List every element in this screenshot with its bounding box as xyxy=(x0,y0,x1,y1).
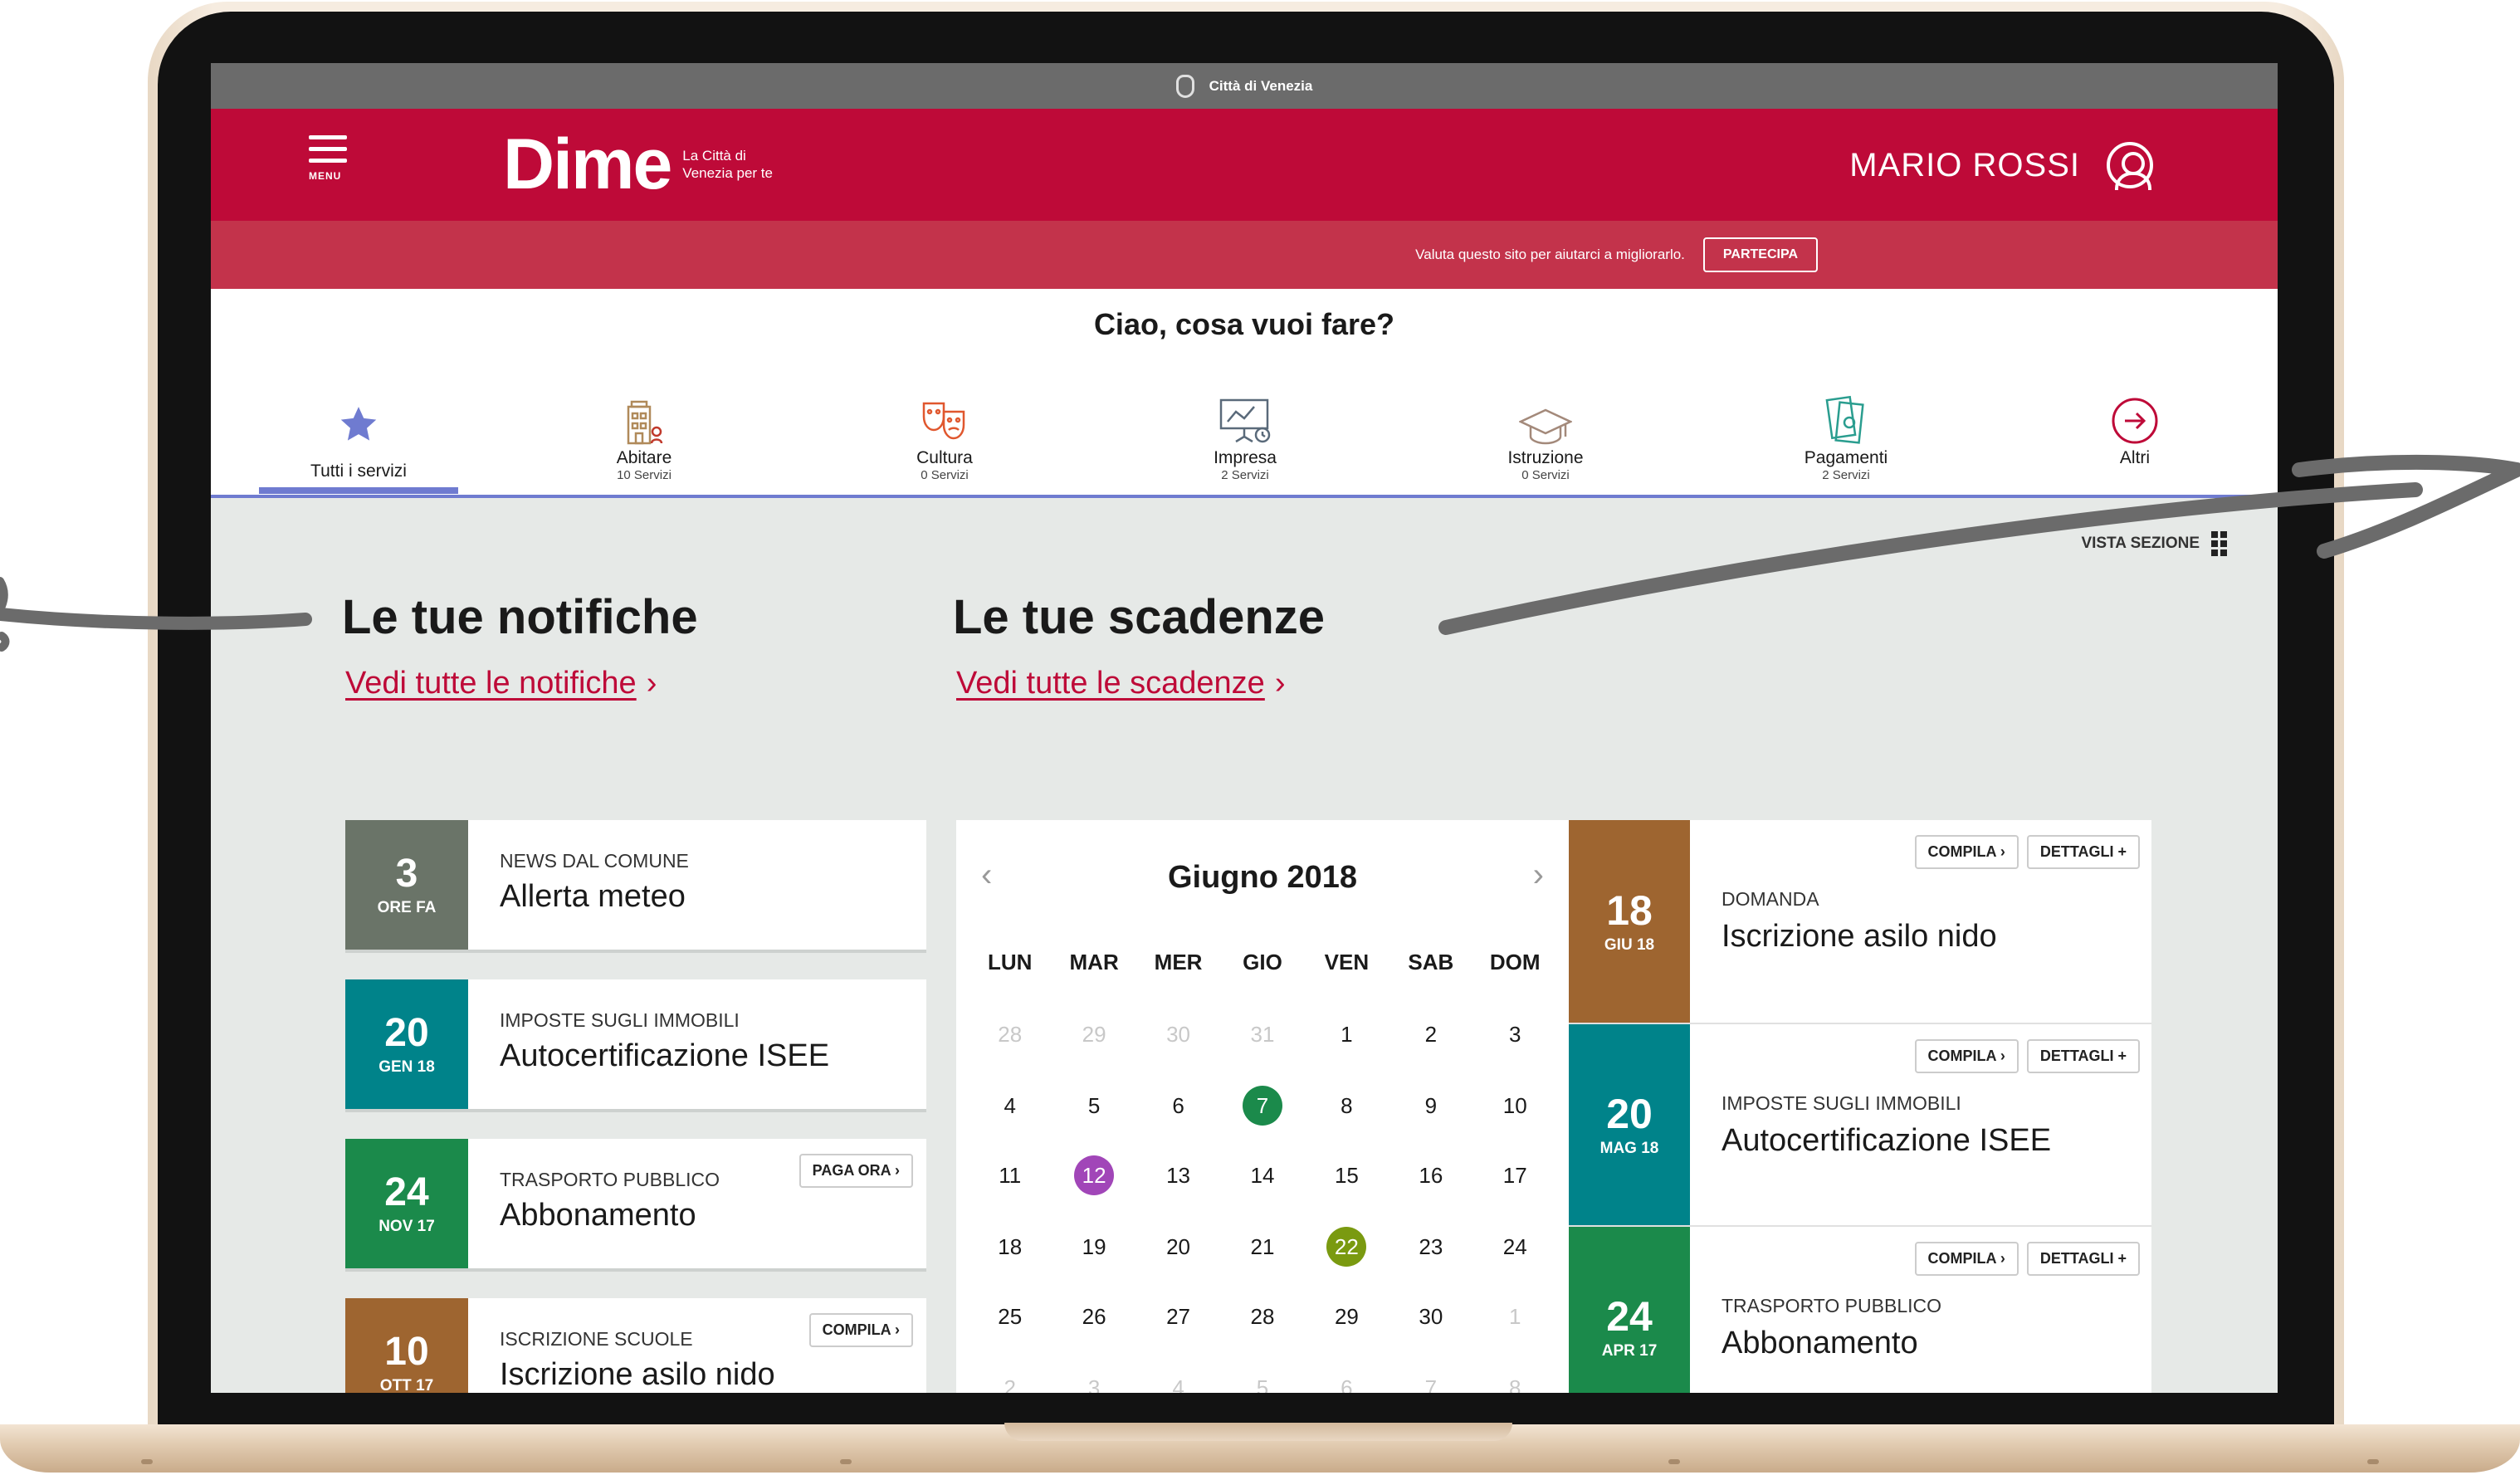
annotation-arrows-decoration xyxy=(0,454,2520,652)
